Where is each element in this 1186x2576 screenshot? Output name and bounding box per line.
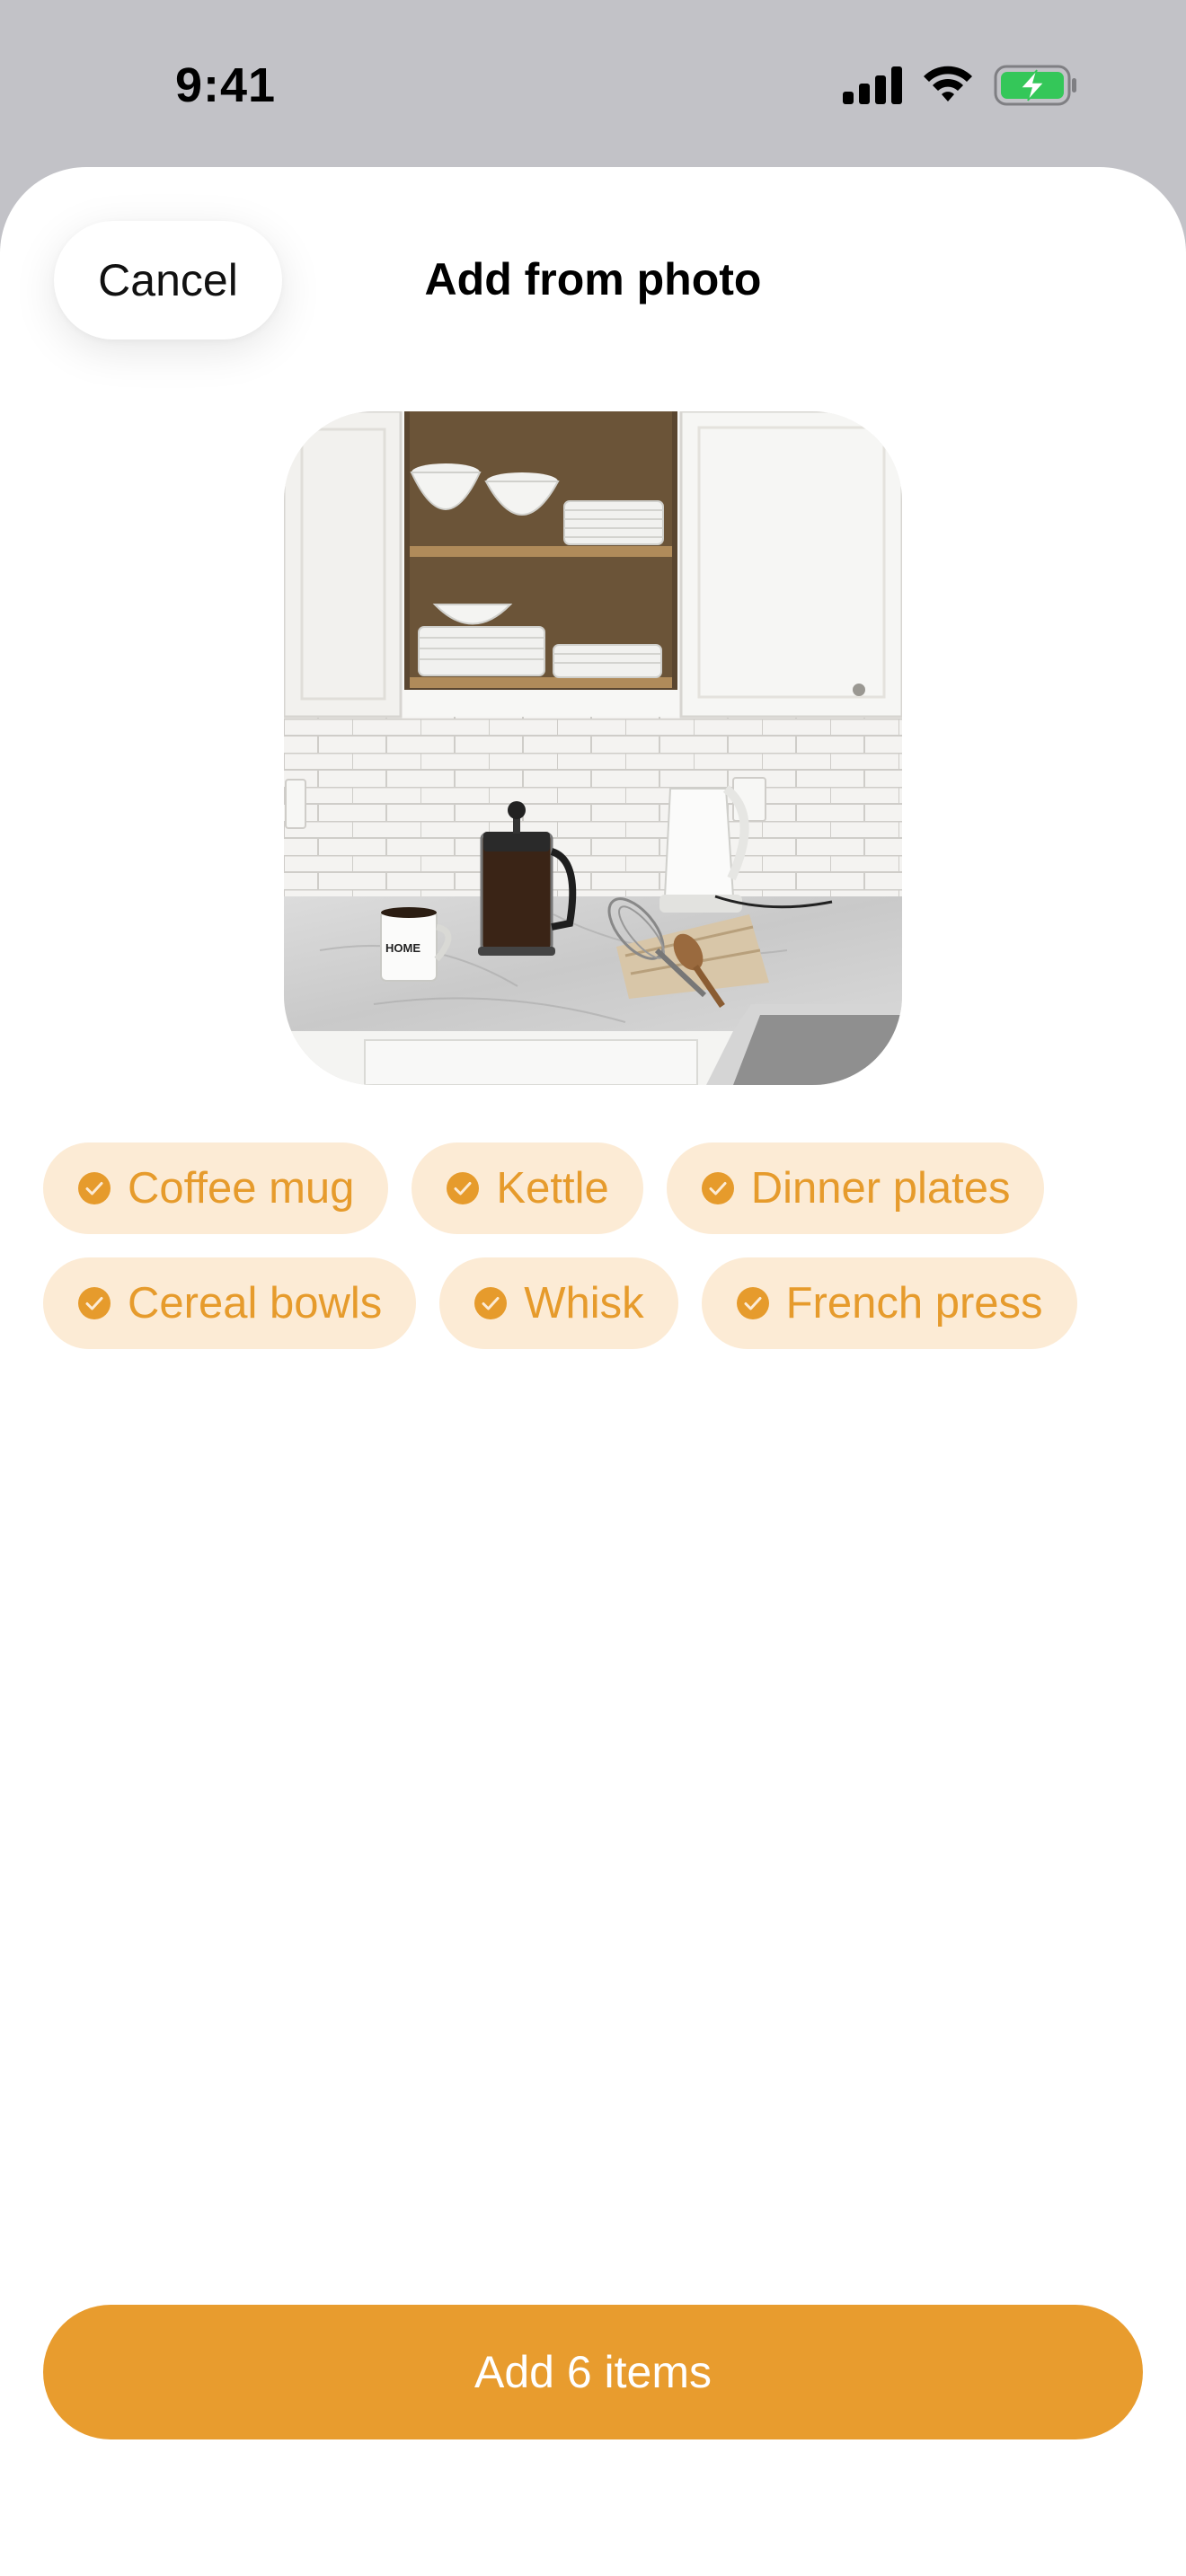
check-circle-icon [736,1287,769,1319]
chip-row: Coffee mug Kettle Dinner plates [43,1142,1148,1234]
mug-label: HOME [385,941,420,955]
chip-label: French press [785,1279,1043,1328]
check-circle-icon [447,1172,480,1204]
status-bar: 9:41 [0,0,1186,167]
wifi-icon [924,66,972,101]
chip-label: Dinner plates [750,1164,1011,1213]
cellular-signal-icon [843,66,902,104]
chip-label: Whisk [524,1279,644,1328]
status-icons [843,65,1078,106]
check-circle-icon [78,1172,111,1204]
chip-row: Cereal bowls Whisk French press [43,1257,1148,1349]
chip-label: Kettle [496,1164,609,1213]
item-chip-cereal-bowls[interactable]: Cereal bowls [43,1257,417,1349]
add-items-button[interactable]: Add 6 items [43,2305,1143,2439]
chip-label: Cereal bowls [128,1279,383,1328]
status-time: 9:41 [175,58,277,112]
kitchen-photo: HOME [284,411,902,1085]
item-chip-kettle[interactable]: Kettle [412,1142,643,1234]
page-title: Add from photo [424,254,762,304]
sheet-nav-bar: Cancel Add from photo [0,167,1186,383]
check-circle-icon [78,1287,111,1319]
item-chip-dinner-plates[interactable]: Dinner plates [666,1142,1045,1234]
item-chip-whisk[interactable]: Whisk [439,1257,678,1349]
chip-label: Coffee mug [128,1164,355,1213]
bottom-sheet: Cancel Add from photo HOME Coffee mug Ke… [0,167,1186,2576]
check-circle-icon [474,1287,508,1319]
item-chip-coffee-mug[interactable]: Coffee mug [43,1142,389,1234]
detected-items: Coffee mug Kettle Dinner plates Cereal b… [43,1142,1148,1372]
battery-charging-icon [994,65,1076,106]
check-circle-icon [701,1172,734,1204]
item-chip-french-press[interactable]: French press [701,1257,1077,1349]
